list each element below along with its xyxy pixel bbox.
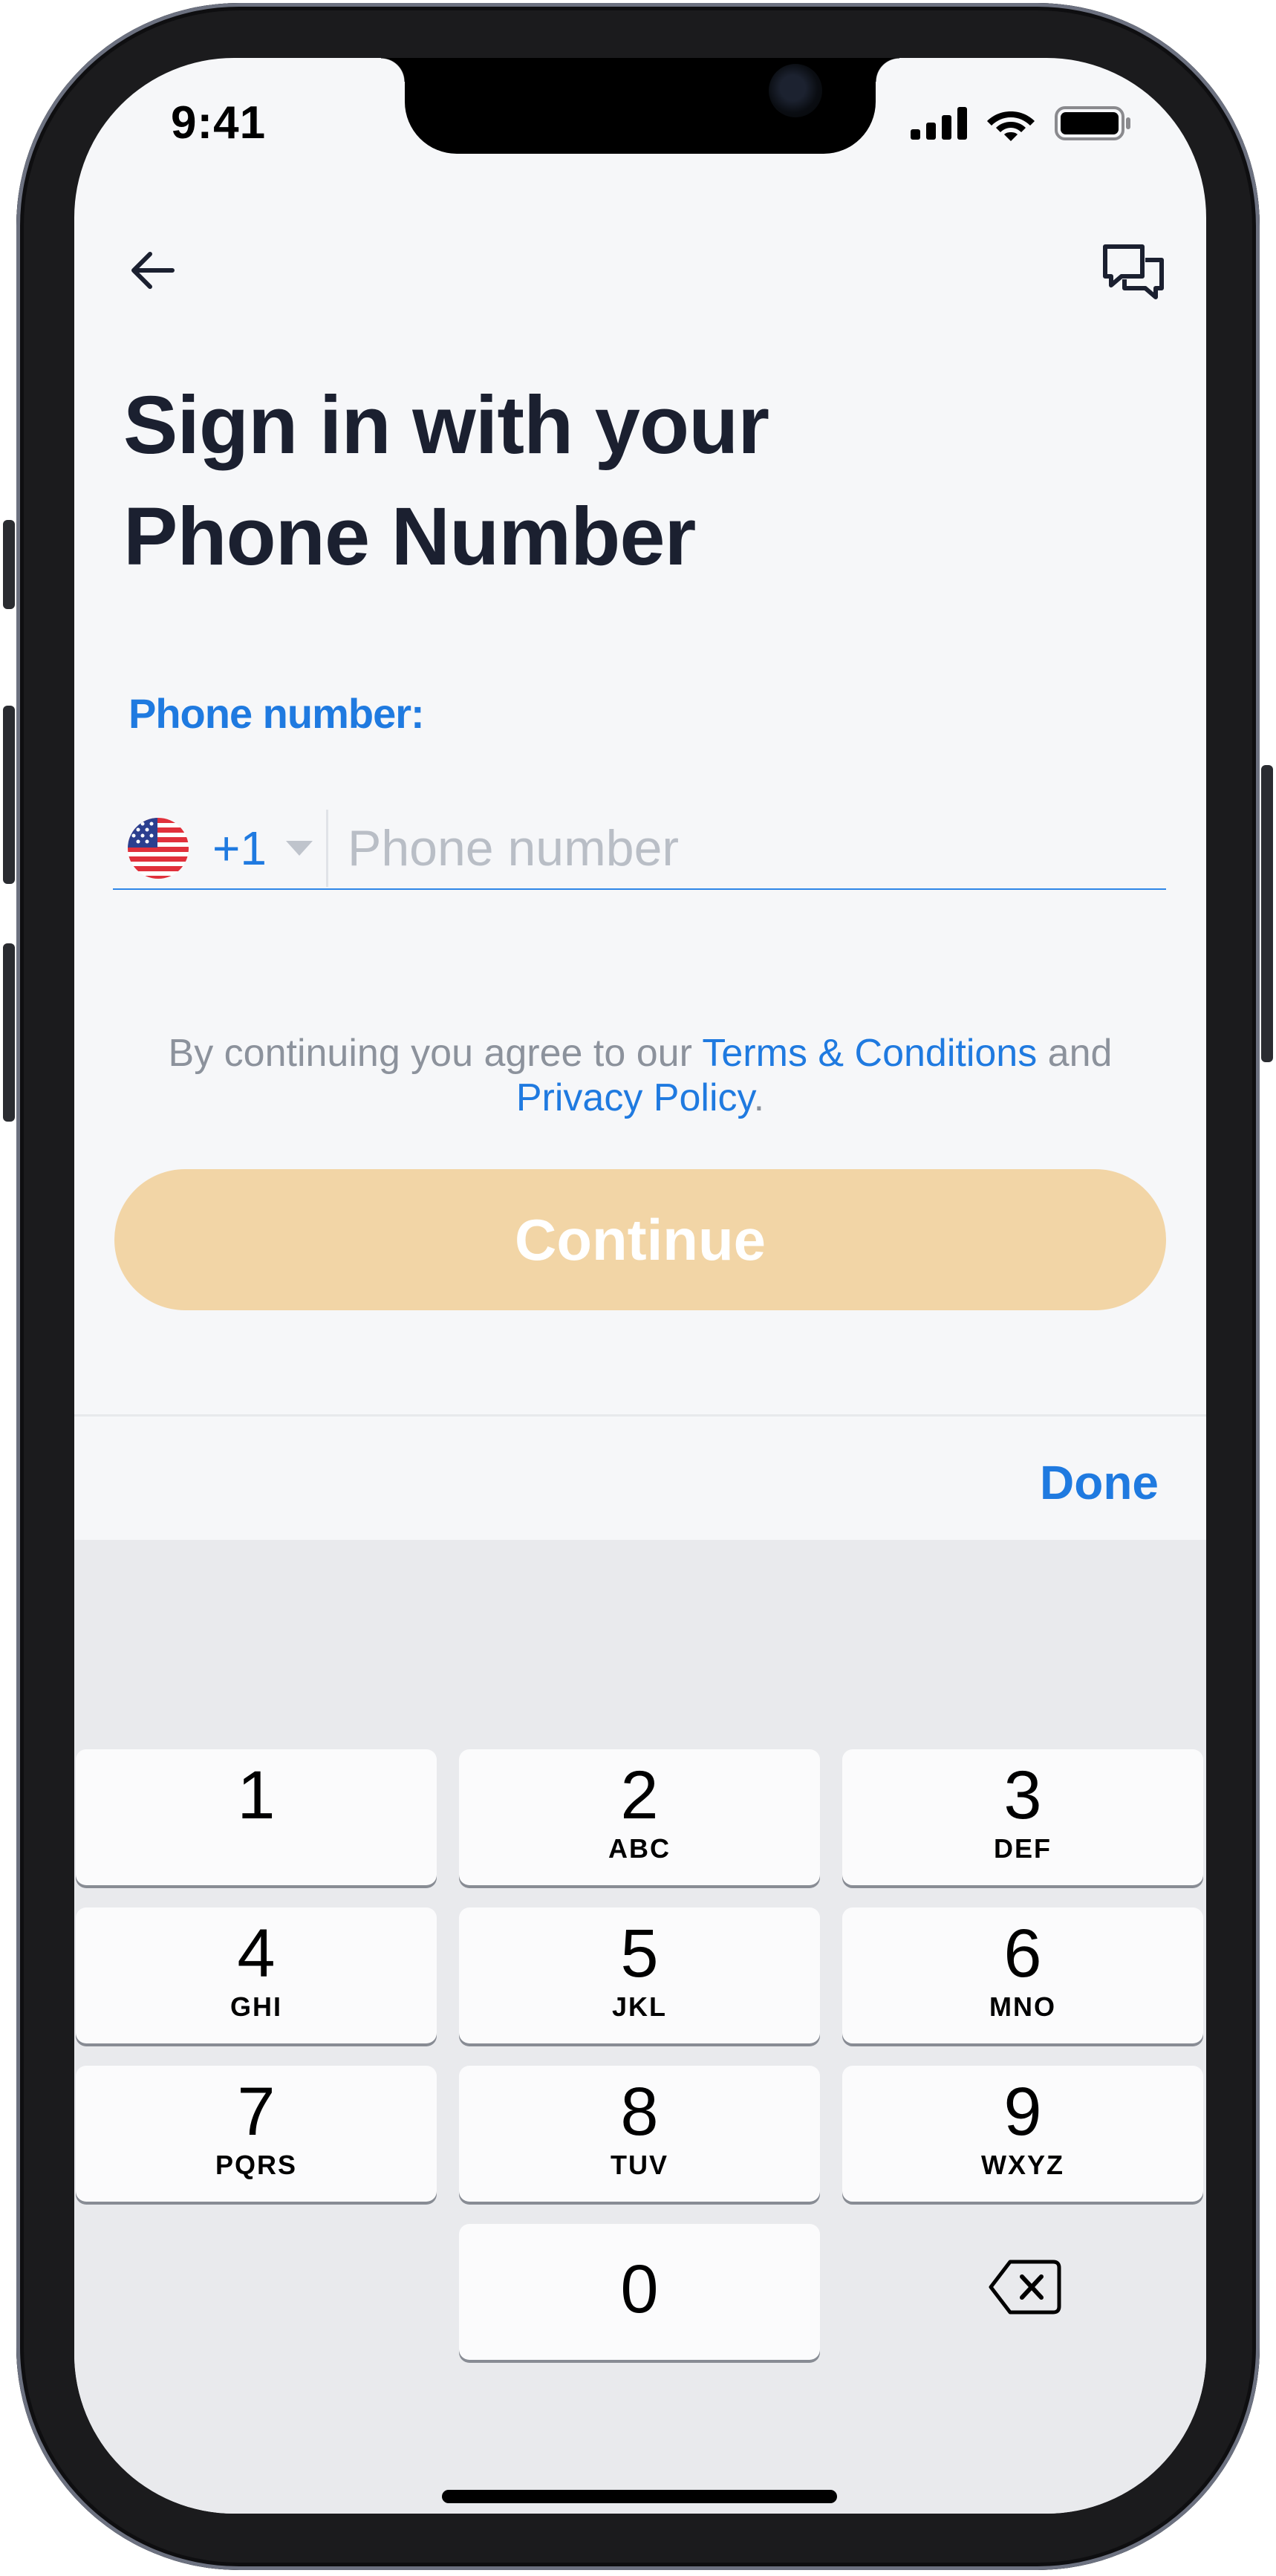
key-number: 3 bbox=[1003, 1757, 1042, 1833]
cellular-signal-icon bbox=[911, 107, 967, 140]
notch bbox=[381, 58, 899, 154]
home-indicator bbox=[442, 2490, 837, 2503]
key-5[interactable]: 5 JKL bbox=[459, 1907, 820, 2043]
key-letters: PQRS bbox=[215, 2150, 298, 2180]
key-3[interactable]: 3 DEF bbox=[842, 1749, 1203, 1885]
volume-down-button bbox=[3, 943, 15, 1122]
battery-icon bbox=[1055, 106, 1130, 140]
key-letters: TUV bbox=[611, 2150, 668, 2180]
field-divider bbox=[325, 810, 328, 887]
status-time: 9:41 bbox=[171, 97, 267, 149]
key-number: 1 bbox=[237, 1757, 276, 1833]
terms-notice: By continuing you agree to our Terms & C… bbox=[111, 1031, 1169, 1120]
key-letters: ABC bbox=[608, 1833, 671, 1864]
title-line-1: Sign in with your bbox=[123, 380, 769, 471]
volume-up-button bbox=[3, 706, 15, 884]
key-letters: WXYZ bbox=[981, 2150, 1064, 2180]
terms-conditions-link[interactable]: Terms & Conditions bbox=[702, 1032, 1037, 1075]
page-title: Sign in with your Phone Number bbox=[123, 370, 1089, 593]
title-line-2: Phone Number bbox=[123, 491, 696, 582]
key-1[interactable]: 1 bbox=[76, 1749, 437, 1885]
power-button bbox=[1261, 765, 1273, 1062]
chevron-down-icon[interactable] bbox=[285, 841, 313, 856]
key-number: 7 bbox=[237, 2074, 276, 2150]
key-number: 4 bbox=[237, 1916, 276, 1991]
phone-number-input[interactable] bbox=[347, 819, 1090, 877]
key-4[interactable]: 4 GHI bbox=[76, 1907, 437, 2043]
key-number: 2 bbox=[620, 1757, 659, 1833]
mute-switch bbox=[3, 520, 15, 609]
phone-screen: 9:41 Sign in with your Phone Number Phon… bbox=[74, 58, 1206, 2514]
numeric-keypad: 1 2 ABC 3 DEF 4 GHI 5 JKL 6 MNO 7 PQRS 8 bbox=[74, 1540, 1206, 2514]
terms-middle: and bbox=[1037, 1032, 1113, 1075]
key-2[interactable]: 2 ABC bbox=[459, 1749, 820, 1885]
key-number: 6 bbox=[1003, 1916, 1042, 1991]
key-8[interactable]: 8 TUV bbox=[459, 2066, 820, 2202]
key-number: 5 bbox=[620, 1916, 659, 1991]
key-letters: DEF bbox=[994, 1833, 1052, 1864]
key-6[interactable]: 6 MNO bbox=[842, 1907, 1203, 2043]
wifi-icon bbox=[987, 111, 1035, 141]
phone-number-label: Phone number: bbox=[128, 690, 425, 737]
us-flag-icon[interactable] bbox=[128, 818, 189, 879]
key-9[interactable]: 9 WXYZ bbox=[842, 2066, 1203, 2202]
terms-suffix: . bbox=[753, 1076, 765, 1119]
key-letters: MNO bbox=[989, 1991, 1056, 2022]
key-letters: JKL bbox=[611, 1991, 667, 2022]
arrow-left-icon[interactable] bbox=[126, 244, 180, 297]
key-7[interactable]: 7 PQRS bbox=[76, 2066, 437, 2202]
phone-number-field: +1 bbox=[113, 808, 1166, 890]
country-dial-code[interactable]: +1 bbox=[212, 821, 267, 876]
status-icons bbox=[911, 105, 1132, 141]
privacy-policy-link[interactable]: Privacy Policy bbox=[516, 1076, 754, 1119]
terms-prefix: By continuing you agree to our bbox=[168, 1032, 703, 1075]
key-number: 0 bbox=[620, 2251, 659, 2327]
key-letters: GHI bbox=[230, 1991, 282, 2022]
continue-button[interactable]: Continue bbox=[114, 1169, 1166, 1310]
done-button[interactable]: Done bbox=[1035, 1454, 1163, 1511]
chat-bubbles-icon[interactable] bbox=[1099, 239, 1168, 308]
key-0[interactable]: 0 bbox=[459, 2224, 820, 2360]
key-number: 9 bbox=[1003, 2074, 1042, 2150]
backspace-icon[interactable] bbox=[988, 2257, 1062, 2317]
key-number: 8 bbox=[620, 2074, 659, 2150]
front-camera bbox=[769, 64, 822, 117]
keyboard-toolbar-divider bbox=[74, 1414, 1206, 1417]
